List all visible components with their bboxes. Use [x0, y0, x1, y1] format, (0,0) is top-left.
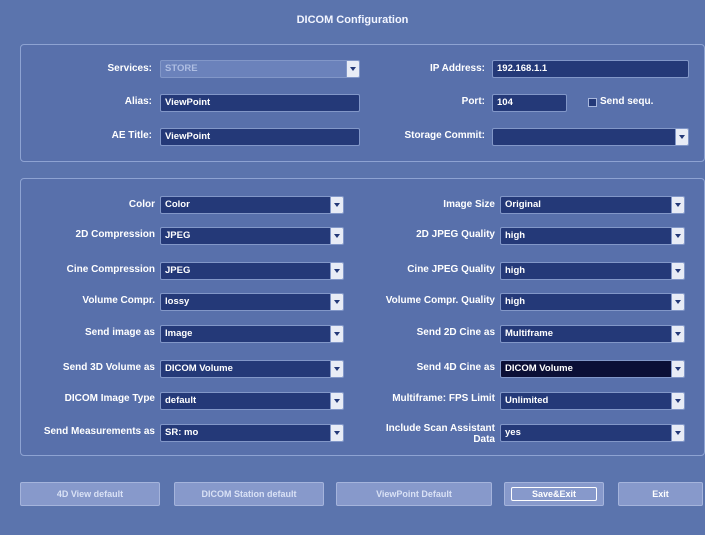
send-measurements-as-dropdown[interactable]: SR: mo	[160, 424, 344, 442]
port-field[interactable]: 104	[492, 94, 567, 112]
volume-compr-quality-label: Volume Compr. Quality	[385, 295, 495, 306]
ae-title-field[interactable]: ViewPoint	[160, 128, 360, 146]
send-sequ-checkbox[interactable]	[588, 98, 597, 107]
chevron-down-icon[interactable]	[330, 393, 343, 409]
alias-label: Alias:	[124, 96, 152, 107]
send-2d-cine-as-label: Send 2D Cine as	[416, 327, 495, 338]
volume-compr-label: Volume Compr.	[82, 295, 155, 306]
exit-button[interactable]: Exit	[618, 482, 703, 506]
chevron-down-icon[interactable]	[671, 326, 684, 342]
send-3d-volume-as-label: Send 3D Volume as	[62, 362, 155, 373]
chevron-down-icon[interactable]	[330, 197, 343, 213]
dicom-image-type-dropdown[interactable]: default	[160, 392, 344, 410]
send-3d-volume-as-value: DICOM Volume	[165, 363, 233, 374]
color-value: Color	[165, 199, 190, 210]
multiframe-fps-limit-label: Multiframe: FPS Limit	[392, 393, 495, 404]
chevron-down-icon[interactable]	[330, 263, 343, 279]
include-scan-assistant-dropdown[interactable]: yes	[500, 424, 685, 442]
chevron-down-icon[interactable]	[330, 361, 343, 377]
chevron-down-icon[interactable]	[330, 326, 343, 342]
send-4d-cine-as-value: DICOM Volume	[505, 363, 573, 374]
cine-compression-value: JPEG	[165, 265, 191, 276]
chevron-down-icon[interactable]	[330, 228, 343, 244]
chevron-down-icon[interactable]	[671, 425, 684, 441]
include-scan-assistant-label-line2: Data	[473, 434, 495, 445]
send-image-as-value: Image	[165, 328, 193, 339]
send-sequ-label: Send sequ.	[600, 96, 654, 107]
volume-compr-quality-dropdown[interactable]: high	[500, 293, 685, 311]
storage-commit-label: Storage Commit:	[404, 130, 485, 141]
cine-jpeg-quality-dropdown[interactable]: high	[500, 262, 685, 280]
multiframe-fps-limit-value: Unlimited	[505, 395, 549, 406]
cine-jpeg-quality-label: Cine JPEG Quality	[407, 264, 495, 275]
color-dropdown[interactable]: Color	[160, 196, 344, 214]
port-label: Port:	[461, 96, 485, 107]
send-2d-cine-as-dropdown[interactable]: Multiframe	[500, 325, 685, 343]
jpeg-quality-2d-label: 2D JPEG Quality	[416, 229, 495, 240]
chevron-down-icon[interactable]	[346, 61, 359, 77]
dicom-image-type-label: DICOM Image Type	[64, 393, 155, 404]
image-size-label: Image Size	[443, 199, 495, 210]
compression-2d-dropdown[interactable]: JPEG	[160, 227, 344, 245]
send-3d-volume-as-dropdown[interactable]: DICOM Volume	[160, 360, 344, 378]
dialog-title: DICOM Configuration	[296, 14, 409, 26]
save-exit-label: Save&Exit	[531, 489, 577, 499]
services-label: Services:	[107, 63, 152, 74]
viewpoint-default-button[interactable]: ViewPoint Default	[336, 482, 492, 506]
multiframe-fps-limit-dropdown[interactable]: Unlimited	[500, 392, 685, 410]
image-settings-panel	[20, 178, 705, 456]
chevron-down-icon[interactable]	[671, 228, 684, 244]
chevron-down-icon[interactable]	[330, 425, 343, 441]
send-image-as-dropdown[interactable]: Image	[160, 325, 344, 343]
ae-title-label: AE Title:	[111, 130, 152, 141]
volume-compr-quality-value: high	[505, 296, 526, 307]
4d-view-default-button[interactable]: 4D View default	[20, 482, 160, 506]
chevron-down-icon[interactable]	[671, 393, 684, 409]
send-measurements-as-value: SR: mo	[165, 427, 199, 438]
send-2d-cine-as-value: Multiframe	[505, 328, 554, 339]
chevron-down-icon[interactable]	[330, 294, 343, 310]
compression-2d-value: JPEG	[165, 230, 191, 241]
chevron-down-icon[interactable]	[675, 129, 688, 145]
cine-compression-label: Cine Compression	[66, 264, 155, 275]
image-size-dropdown[interactable]: Original	[500, 196, 685, 214]
color-label: Color	[128, 199, 155, 210]
send-4d-cine-as-label: Send 4D Cine as	[416, 362, 495, 373]
include-scan-assistant-value: yes	[505, 427, 521, 438]
alias-field[interactable]: ViewPoint	[160, 94, 360, 112]
volume-compr-value: lossy	[165, 296, 190, 307]
chevron-down-icon[interactable]	[671, 263, 684, 279]
jpeg-quality-2d-value: high	[505, 230, 526, 241]
chevron-down-icon[interactable]	[671, 294, 684, 310]
jpeg-quality-2d-dropdown[interactable]: high	[500, 227, 685, 245]
cine-jpeg-quality-value: high	[505, 265, 526, 276]
compression-2d-label: 2D Compression	[75, 229, 155, 240]
include-scan-assistant-label-line1: Include Scan Assistant	[385, 423, 495, 434]
send-measurements-as-label: Send Measurements as	[43, 426, 155, 437]
include-scan-assistant-label: Include Scan Assistant Data	[350, 423, 495, 445]
save-exit-button[interactable]: Save&Exit	[504, 482, 604, 506]
storage-commit-dropdown[interactable]	[492, 128, 689, 146]
chevron-down-icon[interactable]	[671, 197, 684, 213]
image-size-value: Original	[505, 199, 541, 210]
send-image-as-label: Send image as	[84, 327, 155, 338]
dicom-image-type-value: default	[165, 395, 197, 406]
dicom-station-default-button[interactable]: DICOM Station default	[174, 482, 324, 506]
chevron-down-icon[interactable]	[671, 361, 684, 377]
send-4d-cine-as-dropdown[interactable]: DICOM Volume	[500, 360, 685, 378]
services-value: STORE	[165, 63, 198, 74]
ip-address-field[interactable]: 192.168.1.1	[492, 60, 689, 78]
volume-compr-dropdown[interactable]: lossy	[160, 293, 344, 311]
services-dropdown[interactable]: STORE	[160, 60, 360, 78]
cine-compression-dropdown[interactable]: JPEG	[160, 262, 344, 280]
ip-address-label: IP Address:	[429, 63, 485, 74]
